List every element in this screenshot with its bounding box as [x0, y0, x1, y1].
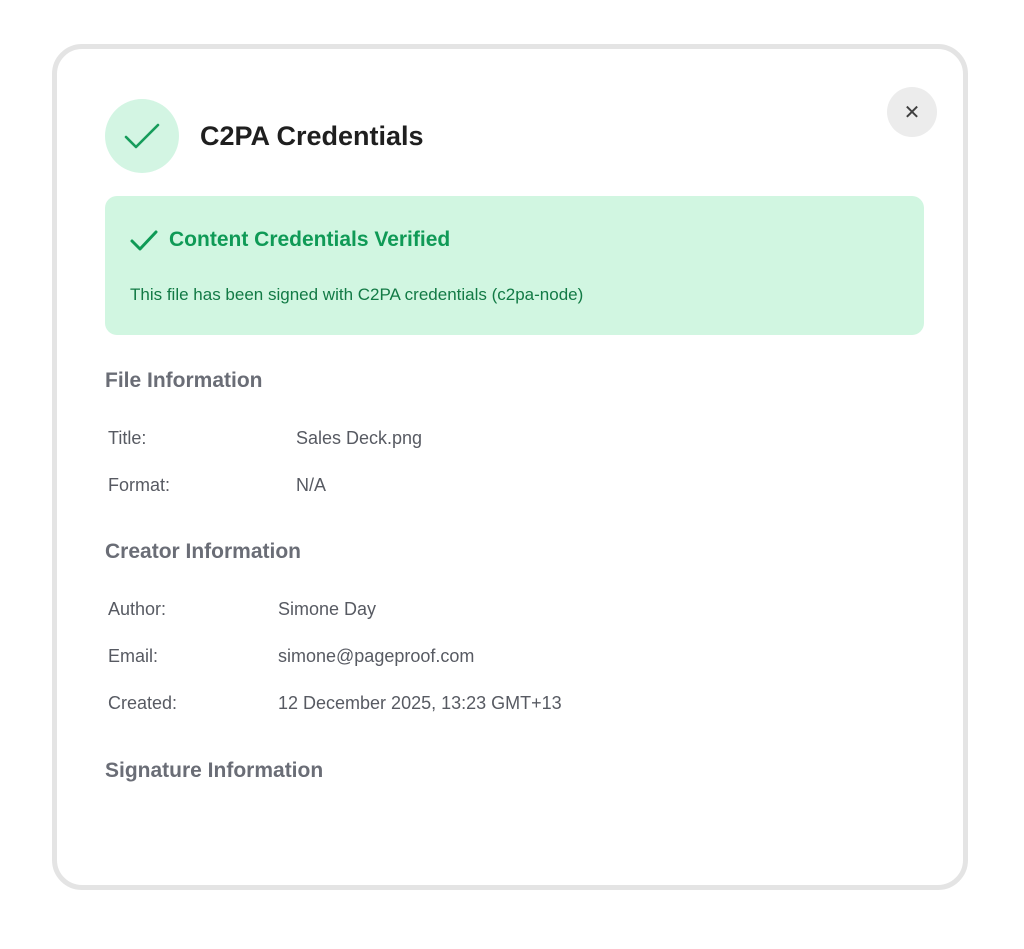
created-label: Created:	[108, 693, 178, 713]
verification-title: Content Credentials Verified	[169, 228, 451, 251]
signature-information-heading: Signature Information	[105, 759, 324, 782]
created-value: 12 December 2025, 13:23 GMT+13	[278, 693, 562, 713]
verification-title-row: Content Credentials Verified	[129, 226, 450, 254]
author-label: Author:	[108, 599, 167, 619]
format-label: Format:	[108, 475, 171, 495]
email-label: Email:	[108, 646, 159, 666]
close-button[interactable]: ✕	[887, 87, 937, 137]
c2pa-credentials-dialog: C2PA Credentials ✕ Content Credentials V…	[52, 44, 968, 890]
email-value: simone@pageproof.com	[278, 646, 475, 666]
title-label: Title:	[108, 428, 147, 448]
check-icon	[130, 230, 158, 251]
format-value: N/A	[296, 475, 327, 495]
verified-badge	[105, 99, 179, 173]
dialog-title: C2PA Credentials	[200, 121, 424, 151]
creator-information-heading: Creator Information	[105, 540, 302, 563]
check-icon	[124, 123, 160, 149]
author-value: Simone Day	[278, 599, 377, 619]
verification-banner: Content Credentials Verified This file h…	[105, 196, 924, 335]
verification-description: This file has been signed with C2PA cred…	[130, 285, 584, 304]
close-icon: ✕	[903, 100, 921, 124]
title-value: Sales Deck.png	[296, 428, 423, 448]
file-information-heading: File Information	[105, 369, 263, 392]
